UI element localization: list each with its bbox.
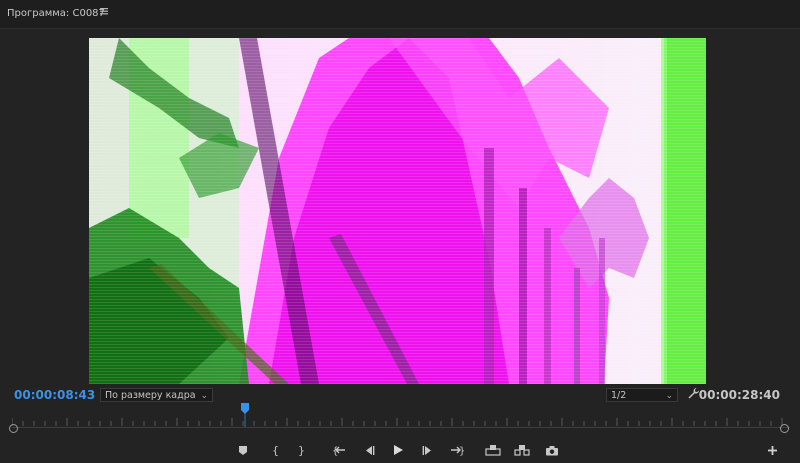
current-timecode[interactable]: 00:00:08:43 [14,388,95,402]
lift-icon [485,445,501,456]
extract-button[interactable] [513,441,531,459]
go-to-out-icon: } [451,446,464,456]
playhead[interactable] [240,403,250,427]
ruler-baseline [12,427,790,428]
marker-icon [239,445,247,455]
svg-text:}: } [298,444,305,456]
zoom-handle-right[interactable] [780,424,789,433]
step-back-button[interactable] [360,441,378,459]
fit-select[interactable]: По размеру кадра ⌄ [100,388,213,402]
svg-text:{: { [272,444,279,456]
mark-out-button[interactable]: } [292,441,310,459]
fit-select-value: По размеру кадра [105,390,196,401]
zoom-handle-left[interactable] [9,424,18,433]
camera-icon [546,445,558,455]
plus-icon [767,445,777,455]
video-frame-image [89,38,706,384]
export-frame-button[interactable] [543,441,561,459]
panel-title[interactable]: Программа: C0087 [7,8,105,19]
go-to-in-button[interactable]: { [330,441,348,459]
step-forward-button[interactable] [419,441,437,459]
chevron-down-icon: ⌄ [665,391,673,401]
time-ruler[interactable] [11,409,790,431]
go-to-out-button[interactable]: } [448,441,466,459]
panel-header: Программа: C0087 [0,0,800,29]
add-marker-button[interactable] [234,441,252,459]
video-frame[interactable] [89,38,706,384]
hamburger-icon[interactable] [99,6,109,16]
mark-out-icon: } [298,444,305,456]
play-button[interactable] [389,441,407,459]
chevron-down-icon: ⌄ [200,391,208,401]
mark-in-icon: { [272,444,279,456]
step-forward-icon [422,445,431,455]
play-icon [394,445,403,455]
go-to-in-icon: { [332,446,345,456]
resolution-select-value: 1/2 [611,390,627,401]
lift-button[interactable] [484,441,502,459]
button-editor-button[interactable] [763,441,781,459]
step-back-icon [366,445,375,455]
duration-timecode: 00:00:28:40 [698,388,780,402]
extract-icon [514,445,530,456]
mark-in-button[interactable]: { [266,441,284,459]
resolution-select[interactable]: 1/2 ⌄ [606,388,678,402]
svg-text:}: } [459,446,464,456]
